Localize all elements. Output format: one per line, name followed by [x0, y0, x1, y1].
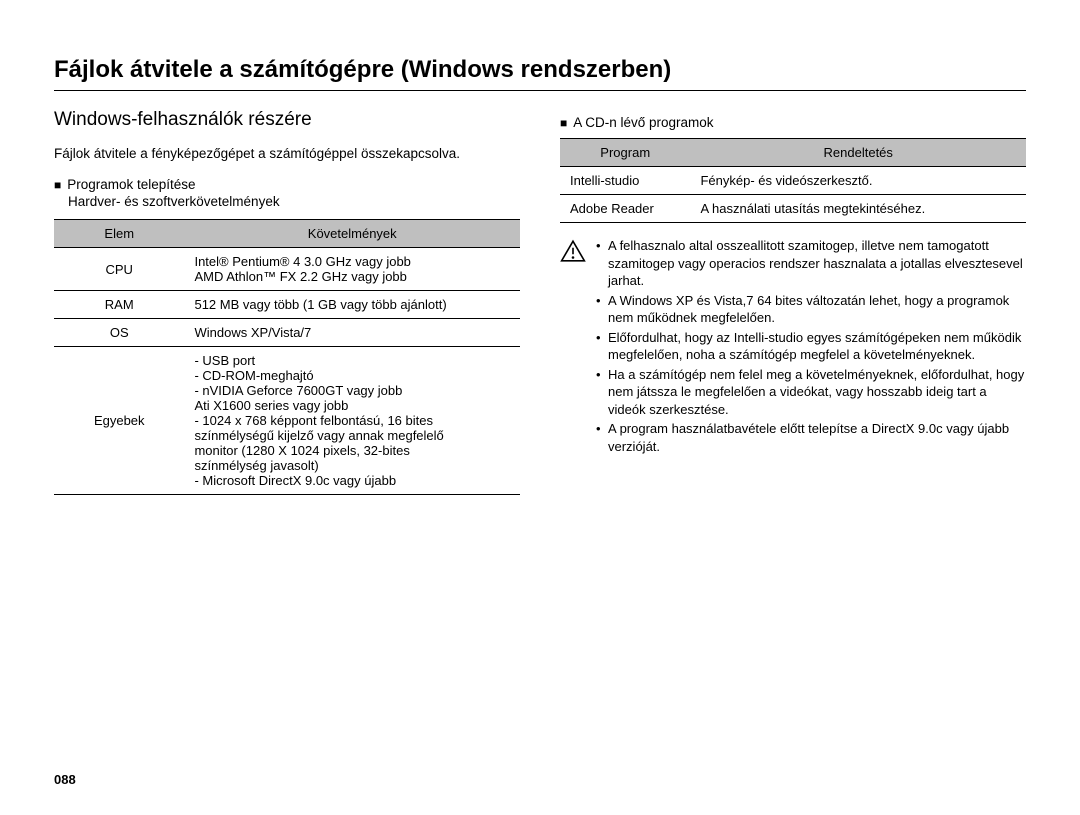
- table-row: Intelli-studio Fénykép- és videószerkesz…: [560, 167, 1026, 195]
- table-header-row: Elem Követelmények: [54, 220, 520, 248]
- table-row: OS Windows XP/Vista/7: [54, 319, 520, 347]
- cd-heading-text: A CD-n lévő programok: [573, 115, 713, 130]
- req-value: 512 MB vagy több (1 GB vagy több ajánlot…: [184, 291, 520, 319]
- two-column-layout: Windows-felhasználók részére Fájlok átvi…: [54, 109, 1026, 495]
- install-note: Hardver- és szoftverkövetelmények: [68, 194, 520, 209]
- square-bullet-icon: ■: [54, 178, 61, 192]
- note-item: A program használatbavétele előtt telepí…: [596, 420, 1026, 455]
- table-row: CPU Intel® Pentium® 4 3.0 GHz vagy jobb …: [54, 248, 520, 291]
- install-heading: ■ Programok telepítése: [54, 177, 520, 192]
- warning-note-list: A felhasznalo altal osszeallitott szamit…: [596, 237, 1026, 458]
- table-header-row: Program Rendeltetés: [560, 139, 1026, 167]
- req-label: Egyebek: [54, 347, 184, 495]
- req-label: RAM: [54, 291, 184, 319]
- cd-program-name: Adobe Reader: [560, 195, 690, 223]
- note-item: A Windows XP és Vista,7 64 bites változa…: [596, 292, 1026, 327]
- cd-program-desc: A használati utasítás megtekintéséhez.: [690, 195, 1026, 223]
- cd-header-purpose: Rendeltetés: [690, 139, 1026, 167]
- warning-triangle-icon: [560, 239, 586, 458]
- cd-program-desc: Fénykép- és videószerkesztő.: [690, 167, 1026, 195]
- page-number: 088: [54, 772, 76, 787]
- page-title: Fájlok átvitele a számítógépre (Windows …: [54, 56, 1026, 84]
- req-value: Intel® Pentium® 4 3.0 GHz vagy jobb AMD …: [184, 248, 520, 291]
- right-column: ■ A CD-n lévő programok Program Rendeltet…: [560, 109, 1026, 495]
- requirements-table: Elem Követelmények CPU Intel® Pentium® 4…: [54, 219, 520, 495]
- document-page: Fájlok átvitele a számítógépre (Windows …: [0, 0, 1080, 815]
- cd-heading: ■ A CD-n lévő programok: [560, 115, 1026, 130]
- install-heading-text: Programok telepítése: [67, 177, 195, 192]
- note-item: A felhasznalo altal osszeallitott szamit…: [596, 237, 1026, 290]
- left-column: Windows-felhasználók részére Fájlok átvi…: [54, 109, 520, 495]
- req-label: OS: [54, 319, 184, 347]
- req-value: Windows XP/Vista/7: [184, 319, 520, 347]
- req-label: CPU: [54, 248, 184, 291]
- req-header-item: Elem: [54, 220, 184, 248]
- req-value: - USB port - CD-ROM-meghajtó - nVIDIA Ge…: [184, 347, 520, 495]
- intro-text: Fájlok átvitele a fényképezőgépet a szám…: [54, 145, 520, 163]
- req-header-value: Követelmények: [184, 220, 520, 248]
- table-row: RAM 512 MB vagy több (1 GB vagy több ajá…: [54, 291, 520, 319]
- section-subtitle: Windows-felhasználók részére: [54, 109, 520, 131]
- square-bullet-icon: ■: [560, 116, 567, 130]
- table-row: Egyebek - USB port - CD-ROM-meghajtó - n…: [54, 347, 520, 495]
- cd-header-program: Program: [560, 139, 690, 167]
- cd-program-name: Intelli-studio: [560, 167, 690, 195]
- table-row: Adobe Reader A használati utasítás megte…: [560, 195, 1026, 223]
- note-item: Ha a számítógép nem felel meg a követelm…: [596, 366, 1026, 419]
- title-rule: [54, 90, 1026, 91]
- warning-note-block: A felhasznalo altal osszeallitott szamit…: [560, 237, 1026, 458]
- cd-programs-table: Program Rendeltetés Intelli-studio Fényk…: [560, 138, 1026, 223]
- note-item: Előfordulhat, hogy az Intelli-studio egy…: [596, 329, 1026, 364]
